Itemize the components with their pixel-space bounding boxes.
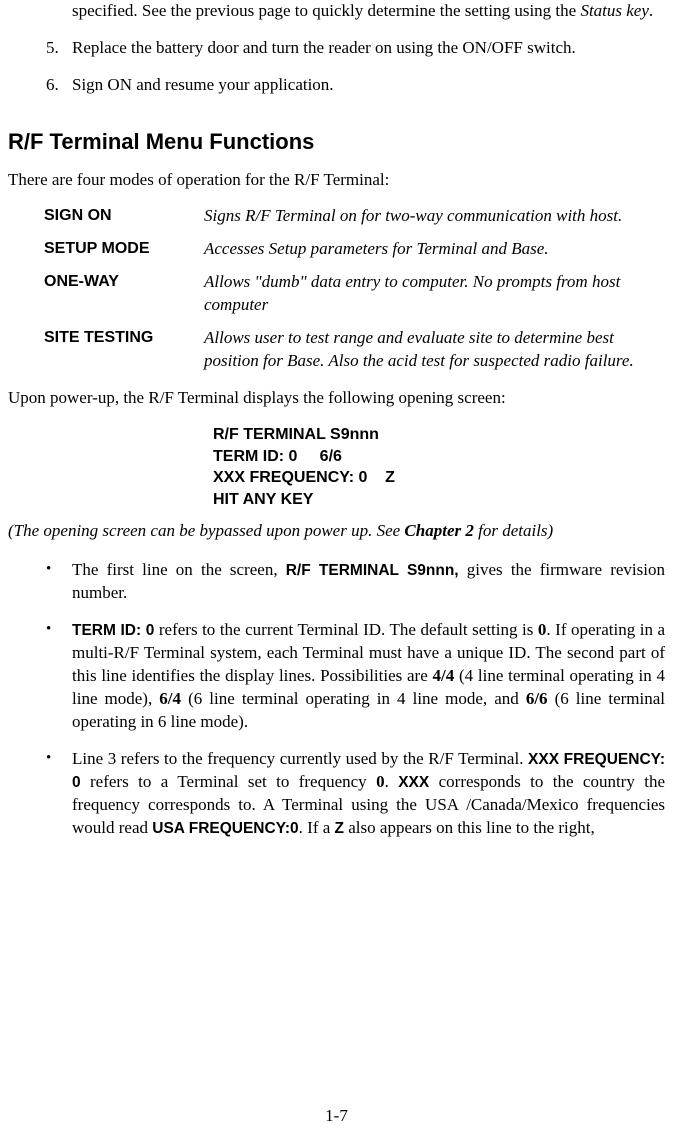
screen-line-3: XXX FREQUENCY: 0 Z — [213, 469, 395, 486]
status-key-literal: Status key — [580, 1, 648, 20]
text: . — [385, 772, 399, 791]
mode-row-setup: SETUP MODE Accesses Setup parameters for… — [44, 238, 655, 261]
bullet-marker-icon: • — [46, 619, 72, 734]
z-literal: Z — [335, 820, 344, 837]
text: . If a — [299, 818, 335, 837]
bullet-content: TERM ID: 0 refers to the current Termina… — [72, 619, 665, 734]
bullet-item-1: • The first line on the screen, R/F TERM… — [46, 559, 665, 605]
bypass-pre: (The opening screen can be bypassed upon… — [8, 521, 404, 540]
bypass-chapter: Chapter 2 — [404, 521, 473, 540]
numbered-list: 5. Replace the battery door and turn the… — [46, 37, 665, 97]
mode-desc: Accesses Setup parameters for Terminal a… — [204, 238, 655, 261]
bullet-item-3: • Line 3 refers to the frequency current… — [46, 748, 665, 840]
numbered-item-5: 5. Replace the battery door and turn the… — [46, 37, 665, 60]
num-marker: 6. — [46, 74, 72, 97]
opening-screen-block: R/F TERMINAL S9nnn TERM ID: 0 6/6 XXX FR… — [213, 424, 665, 510]
mode-row-site-testing: SITE TESTING Allows user to test range a… — [44, 327, 655, 373]
bullet-item-2: • TERM ID: 0 refers to the current Termi… — [46, 619, 665, 734]
ratio-6-6: 6/6 — [526, 689, 548, 708]
screen-line-2: TERM ID: 0 6/6 — [213, 448, 342, 465]
mode-desc: Signs R/F Terminal on for two-way commun… — [204, 205, 655, 228]
mode-desc: Allows "dumb" data entry to computer. No… — [204, 271, 655, 317]
text: refers to the current Terminal ID. The d… — [154, 620, 538, 639]
mode-name: SIGN ON — [44, 205, 204, 228]
mode-name: SITE TESTING — [44, 327, 204, 373]
screen-line-1: R/F TERMINAL S9nnn — [213, 426, 379, 443]
xxx-literal: XXX — [398, 774, 429, 791]
bullet-marker-icon: • — [46, 559, 72, 605]
continuation-pre: specified. See the previous page to quic… — [72, 1, 580, 20]
text: Line 3 refers to the frequency currently… — [72, 749, 528, 768]
bullet-content: Line 3 refers to the frequency currently… — [72, 748, 665, 840]
bullet-list: • The first line on the screen, R/F TERM… — [46, 559, 665, 839]
mode-name: SETUP MODE — [44, 238, 204, 261]
mode-row-sign-on: SIGN ON Signs R/F Terminal on for two-wa… — [44, 205, 655, 228]
text: refers to a Terminal set to frequency — [81, 772, 376, 791]
mode-desc: Allows user to test range and evaluate s… — [204, 327, 655, 373]
ratio-6-4: 6/4 — [159, 689, 181, 708]
mode-row-one-way: ONE-WAY Allows "dumb" data entry to comp… — [44, 271, 655, 317]
term-id-literal: TERM ID: 0 — [72, 622, 154, 639]
powerup-intro: Upon power-up, the R/F Terminal displays… — [8, 387, 665, 410]
continuation-paragraph: specified. See the previous page to quic… — [72, 0, 665, 23]
num-content: Replace the battery door and turn the re… — [72, 37, 665, 60]
ratio-4-4: 4/4 — [433, 666, 455, 685]
numbered-item-6: 6. Sign ON and resume your application. — [46, 74, 665, 97]
num-marker: 5. — [46, 37, 72, 60]
text: also appears on this line to the right, — [344, 818, 595, 837]
screen-line-4: HIT ANY KEY — [213, 491, 313, 508]
page-number: 1-7 — [0, 1105, 673, 1128]
modes-intro: There are four modes of operation for th… — [8, 169, 665, 192]
continuation-post: . — [649, 1, 653, 20]
modes-table: SIGN ON Signs R/F Terminal on for two-wa… — [44, 205, 655, 373]
rf-terminal-literal: R/F TERMINAL S9nnn, — [286, 562, 459, 579]
mode-name: ONE-WAY — [44, 271, 204, 317]
usa-frequency-0-literal: USA FREQUENCY:0 — [152, 820, 298, 837]
bypass-note: (The opening screen can be bypassed upon… — [8, 520, 665, 543]
bullet-marker-icon: • — [46, 748, 72, 840]
bypass-post: for details) — [474, 521, 553, 540]
zero-literal: 0 — [376, 772, 385, 791]
bullet-content: The first line on the screen, R/F TERMIN… — [72, 559, 665, 605]
text: The first line on the screen, — [72, 560, 286, 579]
section-heading: R/F Terminal Menu Functions — [8, 127, 665, 157]
text: (6 line terminal operating in 4 line mod… — [181, 689, 526, 708]
num-content: Sign ON and resume your application. — [72, 74, 665, 97]
